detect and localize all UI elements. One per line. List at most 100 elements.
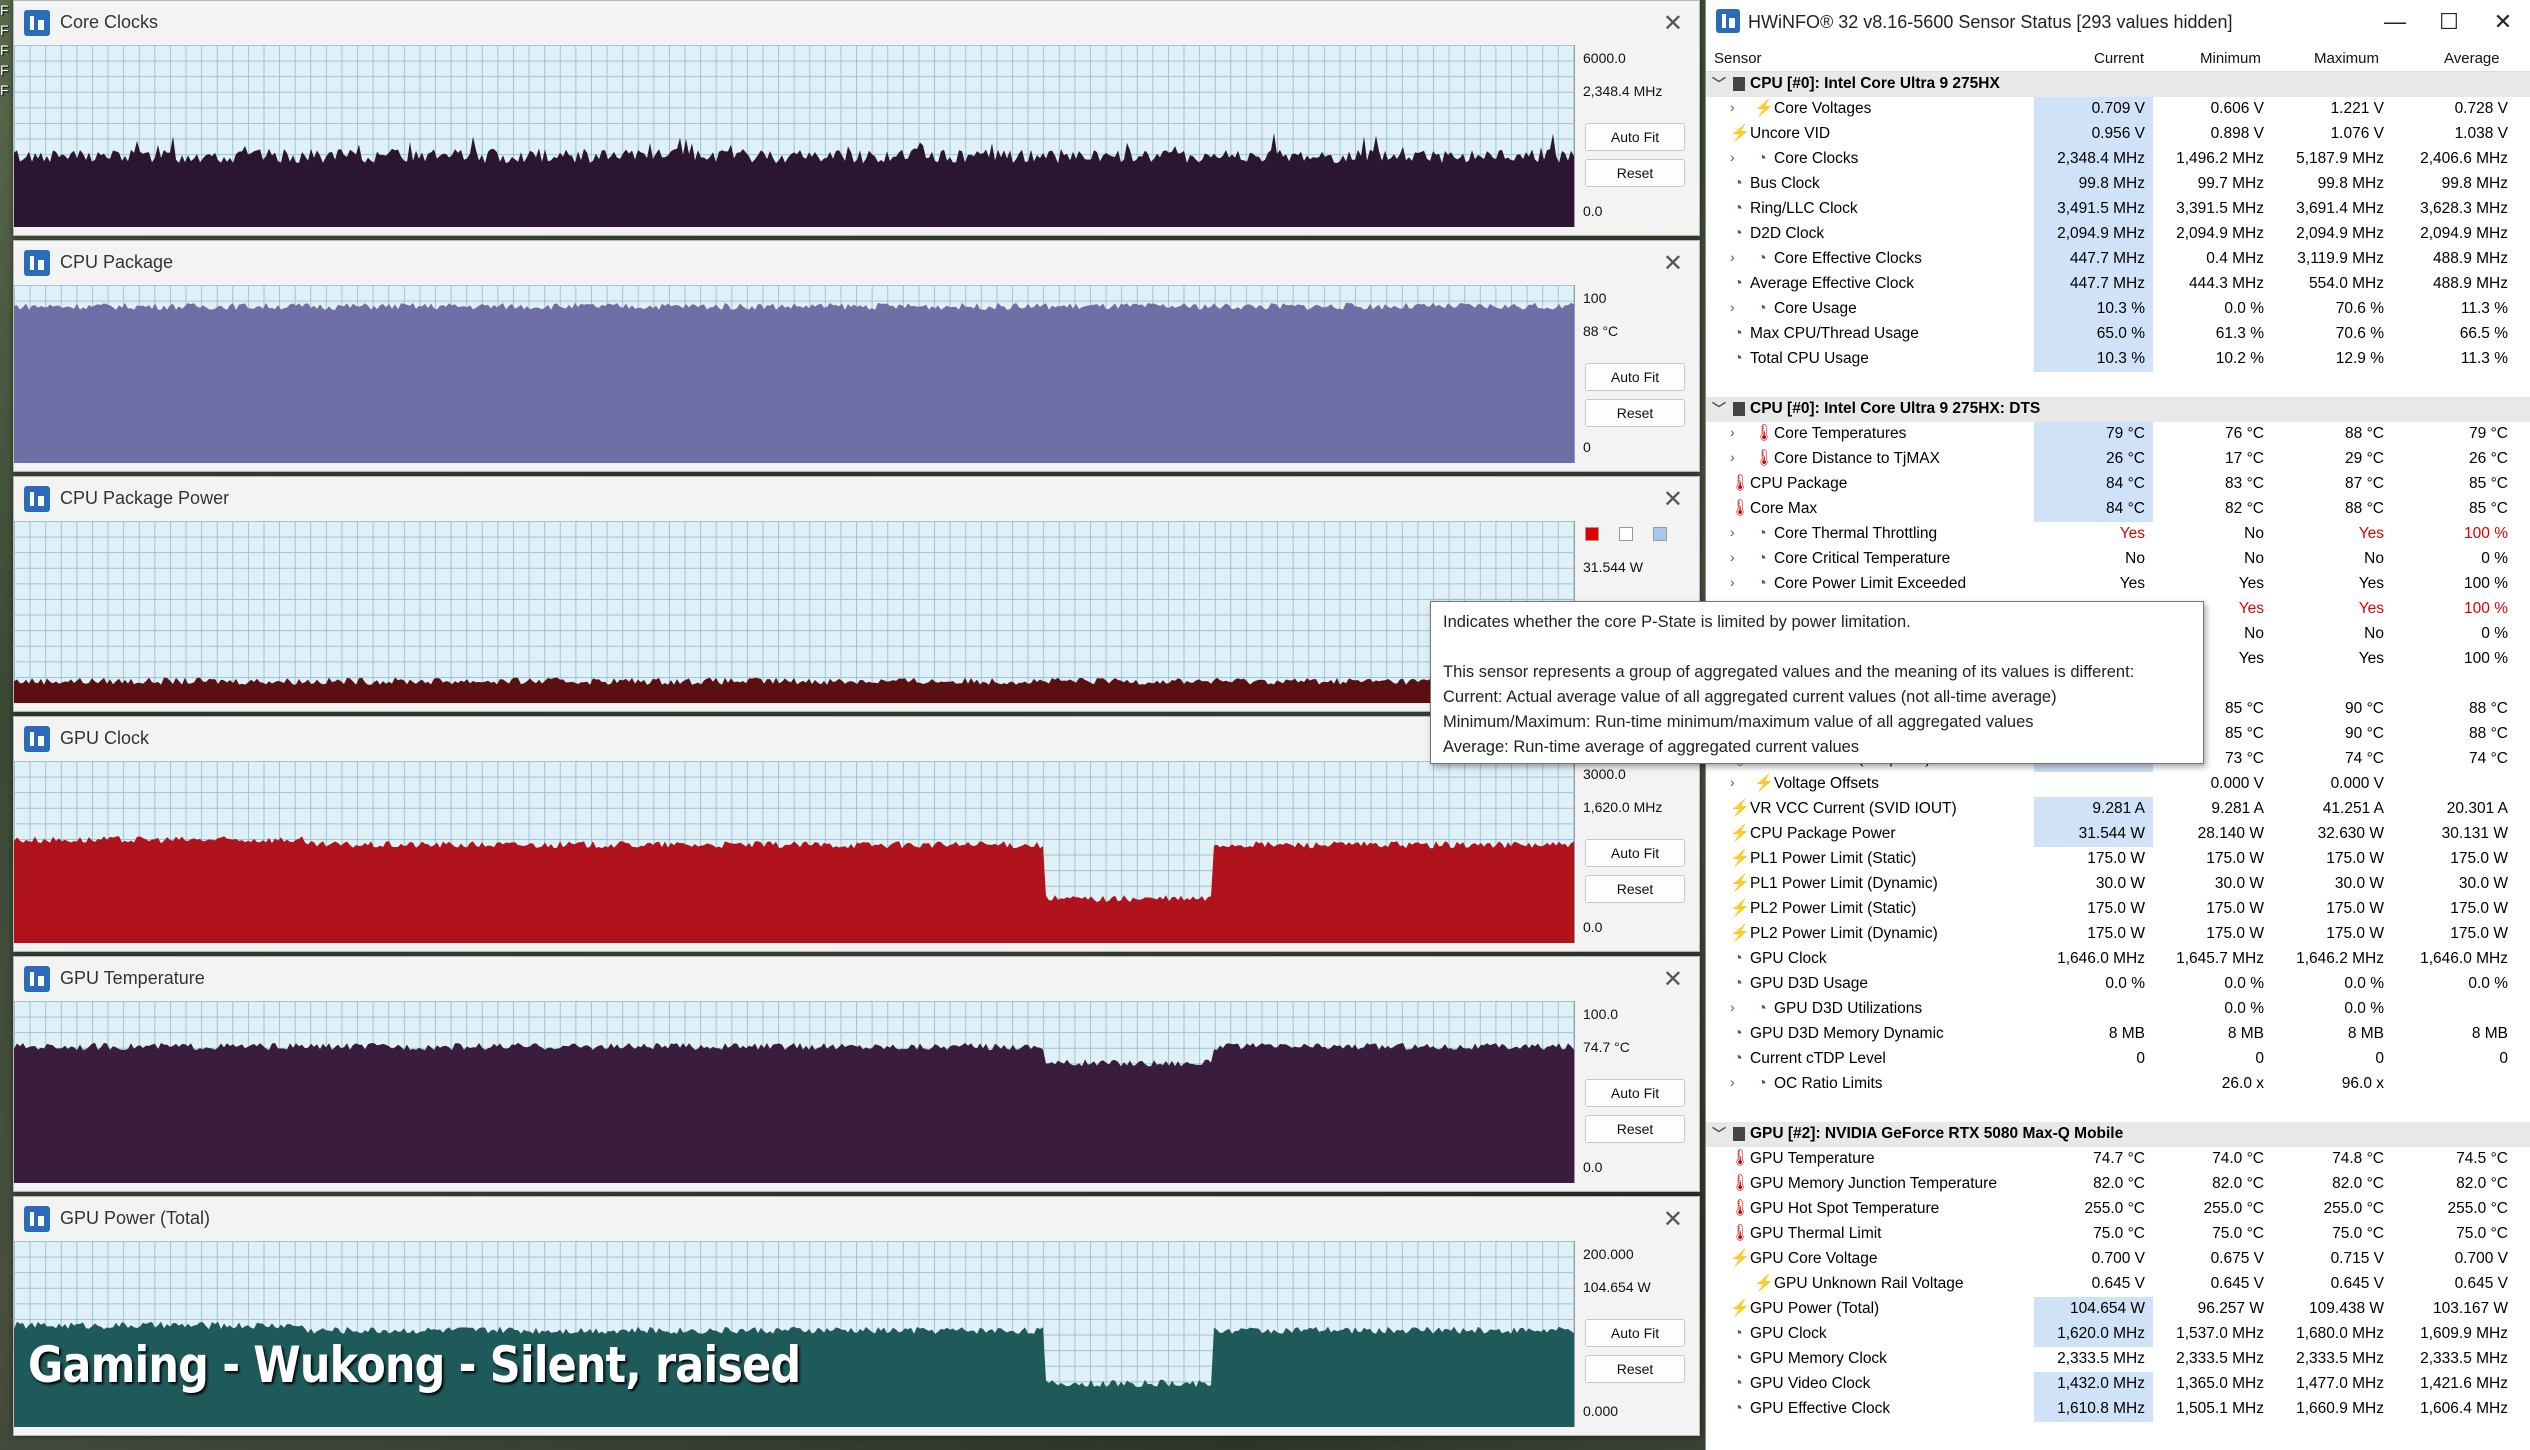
sensor-group-header[interactable]: ﹀ CPU [#0]: Intel Core Ultra 9 275HX: DT… <box>1706 397 2530 422</box>
auto-fit-button[interactable]: Auto Fit <box>1585 839 1685 867</box>
sensor-row[interactable]: ◔ GPU Effective Clock 1,610.8 MHz 1,505.… <box>1706 1397 2530 1422</box>
graph-title-bar[interactable]: CPU Package ✕ <box>14 241 1699 285</box>
average-value: 1,646.0 MHz <box>2420 950 2508 967</box>
color-swatch[interactable] <box>1619 527 1633 541</box>
expand-chevron-icon[interactable]: › <box>1730 424 1735 440</box>
close-button[interactable]: ✕ <box>2482 6 2524 38</box>
sensor-row[interactable]: ◔ GPU Video Clock 1,432.0 MHz 1,365.0 MH… <box>1706 1372 2530 1397</box>
sensor-row[interactable]: 🌡 GPU Hot Spot Temperature 255.0 °C 255.… <box>1706 1197 2530 1222</box>
sensor-row[interactable]: ◔ D2D Clock 2,094.9 MHz 2,094.9 MHz 2,09… <box>1706 222 2530 247</box>
sensor-row[interactable]: 🌡 GPU Memory Junction Temperature 82.0 °… <box>1706 1172 2530 1197</box>
collapse-chevron-icon[interactable]: ﹀ <box>1712 399 1726 419</box>
expand-chevron-icon[interactable]: › <box>1730 524 1735 540</box>
expand-chevron-icon[interactable]: › <box>1730 249 1735 265</box>
sensor-row[interactable]: › ⚡ Voltage Offsets 0.000 V 0.000 V <box>1706 772 2530 797</box>
close-icon[interactable]: ✕ <box>1663 1205 1683 1234</box>
collapse-chevron-icon[interactable]: ﹀ <box>1712 74 1726 94</box>
close-icon[interactable]: ✕ <box>1663 249 1683 278</box>
sensor-row[interactable]: › ◔ Core Power Limit Exceeded Yes Yes Ye… <box>1706 572 2530 597</box>
sensor-row[interactable]: ◔ Ring/LLC Clock 3,491.5 MHz 3,391.5 MHz… <box>1706 197 2530 222</box>
reset-button[interactable]: Reset <box>1585 159 1685 187</box>
auto-fit-button[interactable]: Auto Fit <box>1585 123 1685 151</box>
sensor-row[interactable]: ◔ GPU D3D Memory Dynamic 8 MB 8 MB 8 MB … <box>1706 1022 2530 1047</box>
col-maximum[interactable]: Maximum <box>2314 50 2379 67</box>
auto-fit-button[interactable]: Auto Fit <box>1585 363 1685 391</box>
expand-chevron-icon[interactable]: › <box>1730 99 1735 115</box>
graph-current-label: 88 °C <box>1583 323 1619 339</box>
sensor-row[interactable]: ⚡ PL1 Power Limit (Static) 175.0 W 175.0… <box>1706 847 2530 872</box>
current-value: 0.645 V <box>2091 1275 2145 1292</box>
close-icon[interactable]: ✕ <box>1663 9 1683 38</box>
graph-title-bar[interactable]: Core Clocks ✕ <box>14 1 1699 45</box>
sensor-row[interactable]: › ⚡ Core Voltages 0.709 V 0.606 V 1.221 … <box>1706 97 2530 122</box>
clock-icon: ◔ <box>1733 325 1743 342</box>
sensor-group-header[interactable]: ﹀ CPU [#0]: Intel Core Ultra 9 275HX <box>1706 72 2530 97</box>
overlay-caption: Gaming - Wukong - Silent, raised <box>28 1336 801 1394</box>
sensor-row[interactable]: ⚡ Uncore VID 0.956 V 0.898 V 1.076 V 1.0… <box>1706 122 2530 147</box>
expand-chevron-icon[interactable]: › <box>1730 999 1735 1015</box>
sensor-row[interactable]: ⚡ PL2 Power Limit (Static) 175.0 W 175.0… <box>1706 897 2530 922</box>
sensor-row[interactable]: 🌡 Core Max 84 °C 82 °C 88 °C 85 °C <box>1706 497 2530 522</box>
sensor-row[interactable]: ⚡ PL1 Power Limit (Dynamic) 30.0 W 30.0 … <box>1706 872 2530 897</box>
sensor-row[interactable]: ◔ Bus Clock 99.8 MHz 99.7 MHz 99.8 MHz 9… <box>1706 172 2530 197</box>
sensor-row[interactable]: › ◔ OC Ratio Limits 26.0 x 96.0 x <box>1706 1072 2530 1097</box>
expand-chevron-icon[interactable]: › <box>1730 774 1735 790</box>
col-minimum[interactable]: Minimum <box>2200 50 2261 67</box>
sensor-row[interactable]: 🌡 CPU Package 84 °C 83 °C 87 °C 85 °C <box>1706 472 2530 497</box>
minimize-button[interactable]: — <box>2374 6 2416 38</box>
sensor-row[interactable]: ◔ Total CPU Usage 10.3 % 10.2 % 12.9 % 1… <box>1706 347 2530 372</box>
sensor-row[interactable]: ⚡ GPU Unknown Rail Voltage 0.645 V 0.645… <box>1706 1272 2530 1297</box>
reset-button[interactable]: Reset <box>1585 399 1685 427</box>
expand-chevron-icon[interactable]: › <box>1730 549 1735 565</box>
col-average[interactable]: Average <box>2444 50 2500 67</box>
sensor-row[interactable]: ◔ GPU Memory Clock 2,333.5 MHz 2,333.5 M… <box>1706 1347 2530 1372</box>
sensor-row[interactable]: ◔ Current cTDP Level 0 0 0 0 <box>1706 1047 2530 1072</box>
col-sensor[interactable]: Sensor <box>1714 50 1762 67</box>
reset-button[interactable]: Reset <box>1585 1355 1685 1383</box>
graph-current-label: 1,620.0 MHz <box>1583 799 1663 815</box>
sensor-row[interactable]: › 🌡 Core Temperatures 79 °C 76 °C 88 °C … <box>1706 422 2530 447</box>
sensor-row[interactable]: ◔ GPU D3D Usage 0.0 % 0.0 % 0.0 % 0.0 % <box>1706 972 2530 997</box>
sensor-row[interactable]: › ◔ GPU D3D Utilizations 0.0 % 0.0 % <box>1706 997 2530 1022</box>
expand-chevron-icon[interactable]: › <box>1730 574 1735 590</box>
close-icon[interactable]: ✕ <box>1663 485 1683 514</box>
col-current[interactable]: Current <box>2094 50 2144 67</box>
sensor-row[interactable]: ⚡ CPU Package Power 31.544 W 28.140 W 32… <box>1706 822 2530 847</box>
sensor-row[interactable]: › ◔ Core Clocks 2,348.4 MHz 1,496.2 MHz … <box>1706 147 2530 172</box>
graph-title-bar[interactable]: CPU Package Power ✕ <box>14 477 1699 521</box>
sensor-row[interactable]: ⚡ GPU Core Voltage 0.700 V 0.675 V 0.715… <box>1706 1247 2530 1272</box>
expand-chevron-icon[interactable]: › <box>1730 1074 1735 1090</box>
sensor-row[interactable]: › ◔ Core Usage 10.3 % 0.0 % 70.6 % 11.3 … <box>1706 297 2530 322</box>
sensor-row[interactable]: 🌡 GPU Thermal Limit 75.0 °C 75.0 °C 75.0… <box>1706 1222 2530 1247</box>
sensor-row[interactable]: ◔ GPU Clock 1,646.0 MHz 1,645.7 MHz 1,64… <box>1706 947 2530 972</box>
close-icon[interactable]: ✕ <box>1663 965 1683 994</box>
auto-fit-button[interactable]: Auto Fit <box>1585 1319 1685 1347</box>
reset-button[interactable]: Reset <box>1585 1115 1685 1143</box>
sensor-row[interactable]: › ◔ Core Effective Clocks 447.7 MHz 0.4 … <box>1706 247 2530 272</box>
sensor-row[interactable]: › 🌡 Core Distance to TjMAX 26 °C 17 °C 2… <box>1706 447 2530 472</box>
sensor-row[interactable]: ◔ GPU Clock 1,620.0 MHz 1,537.0 MHz 1,68… <box>1706 1322 2530 1347</box>
sensor-row[interactable]: ⚡ VR VCC Current (SVID IOUT) 9.281 A 9.2… <box>1706 797 2530 822</box>
graph-title-bar[interactable]: GPU Power (Total) ✕ <box>14 1197 1699 1241</box>
sensor-row[interactable]: ⚡ PL2 Power Limit (Dynamic) 175.0 W 175.… <box>1706 922 2530 947</box>
sensor-row[interactable]: ⚡ GPU Power (Total) 104.654 W 96.257 W 1… <box>1706 1297 2530 1322</box>
color-swatch[interactable] <box>1653 527 1667 541</box>
expand-chevron-icon[interactable]: › <box>1730 299 1735 315</box>
average-value: 488.9 MHz <box>2433 250 2508 267</box>
expand-chevron-icon[interactable]: › <box>1730 449 1735 465</box>
collapse-chevron-icon[interactable]: ﹀ <box>1712 1124 1726 1144</box>
auto-fit-button[interactable]: Auto Fit <box>1585 1079 1685 1107</box>
sensor-row[interactable]: ◔ Average Effective Clock 447.7 MHz 444.… <box>1706 272 2530 297</box>
sensor-row[interactable]: 🌡 GPU Temperature 74.7 °C 74.0 °C 74.8 °… <box>1706 1147 2530 1172</box>
reset-button[interactable]: Reset <box>1585 875 1685 903</box>
expand-chevron-icon[interactable]: › <box>1730 149 1735 165</box>
color-swatch[interactable] <box>1585 527 1599 541</box>
sensor-row[interactable]: › ◔ Core Critical Temperature No No No 0… <box>1706 547 2530 572</box>
maximize-button[interactable]: ☐ <box>2428 6 2470 38</box>
graph-min-label: 0.0 <box>1583 203 1603 219</box>
hwinfo-title-bar[interactable]: HWiNFO® 32 v8.16-5600 Sensor Status [293… <box>1706 0 2530 46</box>
sensor-row[interactable]: › ◔ Core Thermal Throttling Yes No Yes 1… <box>1706 522 2530 547</box>
graph-title-bar[interactable]: GPU Temperature ✕ <box>14 957 1699 1001</box>
sensor-row[interactable]: ◔ Max CPU/Thread Usage 65.0 % 61.3 % 70.… <box>1706 322 2530 347</box>
sensor-group-header[interactable]: ﹀ GPU [#2]: NVIDIA GeForce RTX 5080 Max-… <box>1706 1122 2530 1147</box>
